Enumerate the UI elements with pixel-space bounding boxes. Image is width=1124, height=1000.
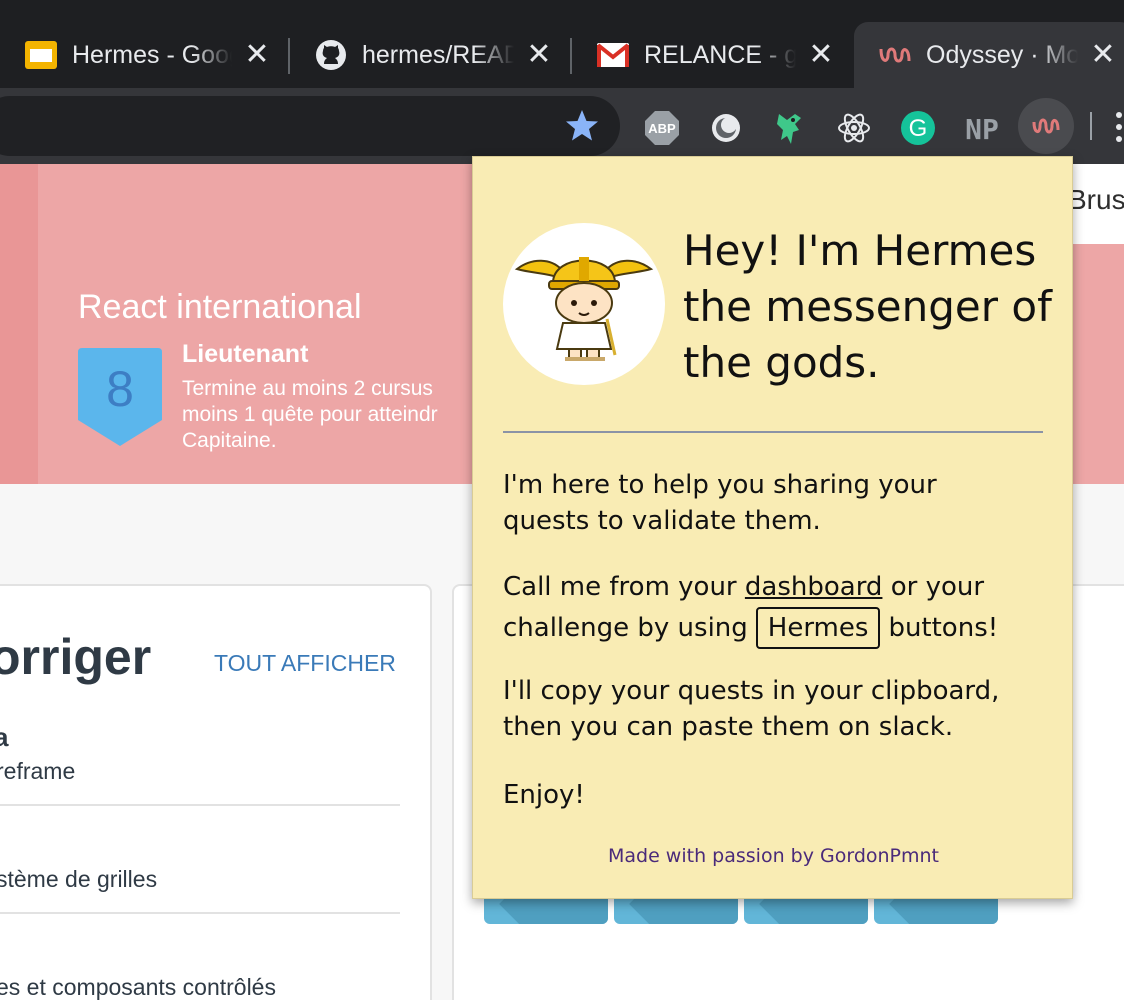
list-item-subtitle[interactable]: reframe xyxy=(0,758,75,785)
react-devtools-icon[interactable] xyxy=(834,108,874,148)
popup-footer: Made with passion by GordonPmnt xyxy=(607,845,939,867)
green-mascot-icon[interactable] xyxy=(770,108,810,148)
svg-text:ABP: ABP xyxy=(648,121,676,136)
hermes-extension-icon xyxy=(1032,118,1060,134)
popup-enjoy: Enjoy! xyxy=(503,780,585,810)
tab-gmail-relance[interactable]: RELANCE - go ✕ xyxy=(572,22,852,88)
tab-title: hermes/READI xyxy=(362,40,514,70)
github-icon xyxy=(314,38,348,72)
card-title: orriger xyxy=(0,629,152,685)
google-slides-icon xyxy=(24,38,58,72)
hermes-extension-button[interactable] xyxy=(1018,98,1074,154)
rank-title: Lieutenant xyxy=(182,340,309,368)
popup-intro: I'm here to help you sharing your quests… xyxy=(503,470,937,536)
popup-clipboard-info: I'll copy your quests in your clipboard,… xyxy=(503,676,1000,742)
list-item-title[interactable]: a xyxy=(0,722,8,753)
browser-toolbar: ABP G NP xyxy=(0,88,1124,164)
list-divider xyxy=(0,804,400,806)
popup-greeting: Hey! I'm Hermes the messenger of the god… xyxy=(683,226,1052,387)
tab-title: Hermes - Goog xyxy=(72,40,232,70)
svg-text:NP: NP xyxy=(965,113,999,146)
rank-number: 8 xyxy=(106,361,134,417)
odyssey-icon xyxy=(878,38,912,72)
tab-github-readme[interactable]: hermes/READI ✕ xyxy=(290,22,570,88)
popup-instructions: Call me from your dashboard or your chal… xyxy=(503,569,1063,649)
see-all-link[interactable]: TOUT AFFICHER xyxy=(214,650,396,677)
close-icon[interactable]: ✕ xyxy=(1088,40,1118,70)
svg-text:G: G xyxy=(909,115,928,142)
course-title: React international xyxy=(78,288,362,326)
bookmark-star-icon[interactable] xyxy=(562,106,602,146)
hermes-button-sample: Hermes xyxy=(755,607,881,649)
hermes-avatar xyxy=(503,223,665,385)
tab-strip: Hermes - Goog ✕ hermes/READI ✕ RELANCE -… xyxy=(0,0,1124,88)
hermes-popup: Hey! I'm Hermes the messenger of the god… xyxy=(472,156,1073,899)
popup-divider xyxy=(503,431,1043,433)
address-bar[interactable] xyxy=(0,96,620,156)
tab-title: RELANCE - go xyxy=(644,40,796,70)
tab-hermes-slides[interactable]: Hermes - Goog ✕ xyxy=(0,22,288,88)
list-item[interactable]: stème de grilles xyxy=(0,866,157,893)
np-extension-icon[interactable]: NP xyxy=(962,108,1002,148)
banner-edge xyxy=(0,164,38,484)
close-icon[interactable]: ✕ xyxy=(806,40,836,70)
dashboard-link[interactable]: dashboard xyxy=(745,572,883,602)
list-divider xyxy=(0,912,400,914)
toolbar-divider xyxy=(1090,112,1092,140)
location-text: Bruss xyxy=(1068,184,1124,215)
grammarly-icon[interactable]: G xyxy=(898,108,938,148)
tab-title: Odyssey · Mor xyxy=(926,40,1078,70)
close-icon[interactable]: ✕ xyxy=(524,40,554,70)
adblock-plus-icon[interactable]: ABP xyxy=(642,108,682,148)
tab-odyssey[interactable]: Odyssey · Mor ✕ xyxy=(854,22,1124,88)
round-extension-icon[interactable] xyxy=(706,108,746,148)
rank-description: Termine au moins 2 cursus moins 1 quête … xyxy=(182,377,438,452)
list-item[interactable]: es et composants contrôlés xyxy=(0,974,276,1000)
close-icon[interactable]: ✕ xyxy=(242,40,272,70)
gmail-icon xyxy=(596,38,630,72)
kebab-menu-icon[interactable] xyxy=(1114,110,1124,144)
